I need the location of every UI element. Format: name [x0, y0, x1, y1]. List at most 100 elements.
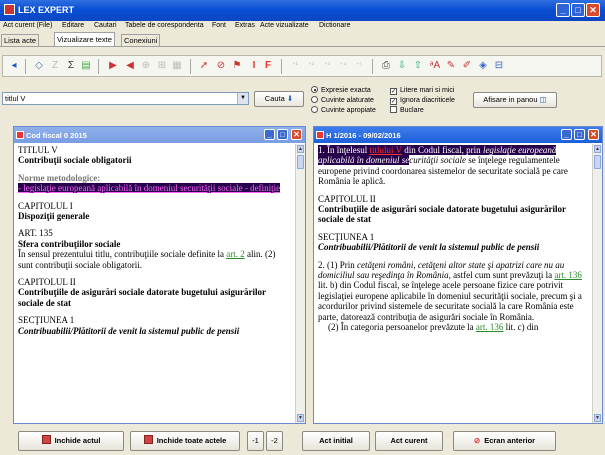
article-heading: ART. 135: [18, 228, 53, 239]
tab-view-texts[interactable]: Vizualizare texte: [54, 32, 115, 46]
font-size-icon[interactable]: ᵃA: [428, 59, 442, 73]
flag-icon[interactable]: ⚑: [230, 59, 244, 73]
article-136-link[interactable]: art. 136: [554, 270, 582, 280]
section-heading: SECŢIUNEA 1: [318, 231, 375, 242]
tab-divider: [0, 46, 605, 47]
sigma-icon[interactable]: Σ: [64, 59, 78, 73]
close-all-acts-button[interactable]: Inchide toate actele: [130, 431, 240, 451]
first-act-button[interactable]: Act initial: [302, 431, 370, 451]
grid-icon[interactable]: ⊞: [155, 59, 169, 73]
scroll-up-icon[interactable]: ▲: [594, 145, 601, 153]
check-case-sensitive-label: Litere mari si mici: [400, 87, 455, 94]
menu-font[interactable]: Font: [212, 22, 226, 29]
left-panel-text: TITLUL V Contribuţii sociale obligatorii…: [14, 144, 295, 423]
panel-display-button[interactable]: Afisare in panou ◫: [473, 92, 557, 108]
scroll-thumb[interactable]: [297, 155, 304, 169]
history-icon[interactable]: ⊕: [139, 59, 153, 73]
article-text: În sensul prezentului titlu, contribuţii…: [18, 249, 291, 270]
tab-acts-list[interactable]: Lista acte: [1, 34, 40, 46]
scroll-up-icon[interactable]: ▲: [297, 145, 304, 153]
radio-adjacent-words[interactable]: Cuvinte alaturate: [311, 96, 374, 105]
link-back-icon[interactable]: ◀: [123, 59, 137, 73]
right-panel-text: 1. În înţelesul titlului V din Codul fis…: [314, 144, 592, 423]
right-panel-minimize-button[interactable]: _: [561, 129, 572, 140]
radio-near-words[interactable]: Cuvinte apropiate: [311, 106, 376, 115]
link-icon[interactable]: ▶: [106, 59, 120, 73]
split-view-icon[interactable]: ⊟: [492, 59, 506, 73]
toolbar-separator: [372, 59, 373, 74]
italic-filter-button[interactable]: I: [247, 59, 261, 73]
scroll-down-icon[interactable]: ▼: [297, 414, 304, 422]
filter-button[interactable]: F: [261, 59, 275, 73]
right-panel-close-button[interactable]: ✕: [588, 129, 599, 140]
title-heading: TITLUL V: [18, 145, 58, 155]
menu-correspondence[interactable]: Tabele de corespondenta: [125, 22, 204, 29]
back-arrow-icon[interactable]: ◂: [7, 59, 21, 73]
scroll-thumb[interactable]: [594, 155, 601, 169]
radio-exact-phrase[interactable]: Expresie exacta: [311, 86, 371, 95]
menu-edit[interactable]: Editare: [62, 22, 84, 29]
previous-screen-button[interactable]: ⊘ Ecran anterior: [453, 431, 556, 451]
radio-icon: [311, 106, 318, 113]
marker-icon[interactable]: ⁺¹: [288, 59, 302, 73]
menu-dictionaries[interactable]: Dictionare: [319, 22, 351, 29]
upload-icon[interactable]: ⇧: [411, 59, 425, 73]
left-panel-close-button[interactable]: ✕: [291, 129, 302, 140]
norm-link[interactable]: - legislaţie europeană aplicabilă în dom…: [18, 183, 281, 194]
title-link[interactable]: titlului V: [369, 145, 402, 155]
close-act-button[interactable]: Inchide actul: [18, 431, 124, 451]
highlighter-icon[interactable]: ✐: [460, 59, 474, 73]
paragraph-3-part: (2) În categoria persoanelor prevăzute l…: [328, 322, 476, 333]
left-document-panel[interactable]: Cod fiscal 0 2015 _ □ ✕ TITLUL V Contrib…: [13, 126, 306, 424]
check-ignore-diacritics[interactable]: ✓ Ignora diacriticele: [390, 96, 455, 105]
article-link[interactable]: art. 2: [226, 249, 245, 259]
right-panel-maximize-button[interactable]: □: [574, 129, 585, 140]
norm-link-block: - legislaţie europeană aplicabilă în dom…: [18, 183, 291, 194]
article-136-link[interactable]: art. 136: [476, 322, 504, 332]
close-button[interactable]: ✕: [586, 3, 600, 17]
right-panel-title: H 1/2016 - 09/02/2016: [326, 131, 401, 140]
arrow-out-icon[interactable]: ➚: [197, 59, 211, 73]
app-icon: [4, 4, 15, 15]
search-button[interactable]: Cauta ⬇: [254, 91, 304, 107]
minimize-button[interactable]: _: [556, 3, 570, 17]
current-act-button[interactable]: Act curent: [375, 431, 443, 451]
right-panel-scrollbar[interactable]: ▲ ▼: [592, 144, 602, 423]
back-one-button[interactable]: -1: [247, 431, 264, 451]
eraser-icon[interactable]: ◇: [32, 59, 46, 73]
section-subheading: Contribuabilii/Plătitorii de venit la si…: [18, 325, 240, 336]
marker-icon[interactable]: ⁺⁴: [336, 59, 350, 73]
table-icon[interactable]: ▦: [170, 59, 184, 73]
check-case-sensitive[interactable]: ✓ Litere mari si mici: [390, 86, 454, 95]
menu-search[interactable]: Cautari: [94, 22, 117, 29]
marker-icon[interactable]: ⁺⁵: [352, 59, 366, 73]
search-input[interactable]: titlul V ▼: [2, 92, 249, 105]
paragraph-3-part: lit. c) din: [503, 322, 539, 333]
left-panel-scrollbar[interactable]: ▲ ▼: [295, 144, 305, 423]
tag-icon[interactable]: ◈: [476, 59, 490, 73]
print-icon[interactable]: ⎙: [379, 59, 393, 73]
chevron-down-icon[interactable]: ▼: [237, 93, 248, 104]
marker-icon[interactable]: ⁺³: [320, 59, 334, 73]
document-list-icon[interactable]: ▤: [79, 59, 93, 73]
back-two-button[interactable]: -2: [266, 431, 283, 451]
menu-viewed-acts[interactable]: Acte vizualizate: [260, 22, 309, 29]
download-icon[interactable]: ⇩: [395, 59, 409, 73]
sort-icon[interactable]: Z: [48, 59, 62, 73]
left-panel-maximize-button[interactable]: □: [277, 129, 288, 140]
scroll-down-icon[interactable]: ▼: [594, 414, 601, 422]
title-bar: LEX EXPERT _ □ ✕: [0, 0, 605, 21]
maximize-button[interactable]: □: [571, 3, 585, 17]
document-icon: [316, 131, 324, 139]
menu-extras[interactable]: Extras: [235, 22, 255, 29]
pin-icon[interactable]: ✎: [444, 59, 458, 73]
marker-icon[interactable]: ⁺²: [304, 59, 318, 73]
checkbox-icon: [390, 106, 397, 113]
check-loop[interactable]: Buclare: [390, 106, 424, 115]
stop-icon[interactable]: ⊘: [214, 59, 228, 73]
article-text-part: În sensul prezentului titlu, contribuţii…: [18, 249, 227, 260]
right-document-panel[interactable]: H 1/2016 - 09/02/2016 _ □ ✕ 1. În înţele…: [313, 126, 603, 424]
left-panel-minimize-button[interactable]: _: [264, 129, 275, 140]
menu-file[interactable]: Act curent (File): [3, 22, 52, 29]
tab-connections[interactable]: Conexiuni: [121, 34, 161, 46]
